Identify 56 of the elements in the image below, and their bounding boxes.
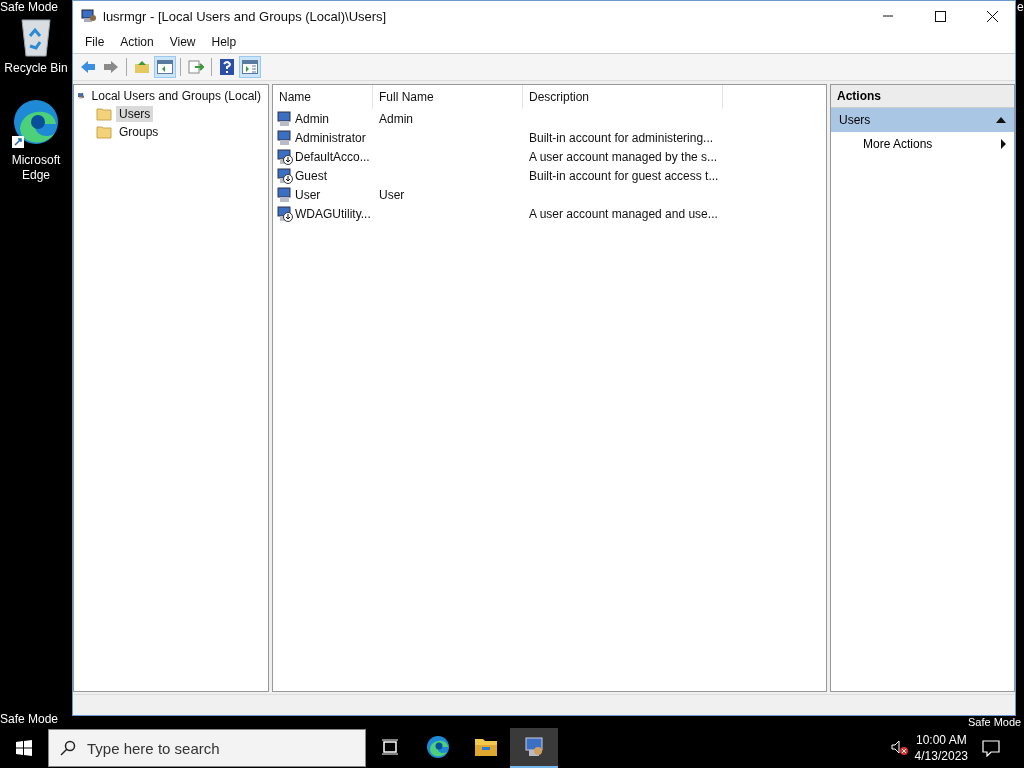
forward-arrow-icon: [103, 60, 119, 74]
folder-icon: [96, 107, 112, 121]
clock-time[interactable]: 10:00 AM: [915, 732, 967, 748]
desktop-icon-label[interactable]: Recycle Bin: [0, 61, 72, 76]
maximize-icon: [934, 10, 946, 22]
notifications-icon[interactable]: [982, 739, 1000, 757]
action-item[interactable]: More Actions: [863, 137, 933, 151]
back-arrow-icon: [80, 60, 96, 74]
tree-item[interactable]: Groups: [116, 124, 162, 140]
computer-users-icon: [523, 736, 545, 758]
safe-mode-label: Safe Mode: [0, 712, 59, 726]
collapse-icon[interactable]: [996, 117, 1006, 123]
folder-icon: [96, 125, 112, 139]
safe-mode-label: Safe Mode: [968, 716, 1022, 728]
full-name: Admin: [379, 111, 413, 126]
menu-item[interactable]: View: [161, 35, 204, 49]
safe-mode-label: e: [1017, 0, 1024, 14]
user-name[interactable]: User: [295, 187, 321, 202]
tree-item[interactable]: Users: [116, 106, 154, 122]
folder-icon: [474, 737, 498, 757]
full-name: User: [379, 187, 405, 202]
up-folder-icon: [134, 60, 150, 74]
tree-pane-icon: [157, 60, 173, 74]
desktop-icon-label[interactable]: Microsoft Edge: [0, 153, 72, 183]
export-icon: [188, 60, 204, 74]
window-title: lusrmgr - [Local Users and Groups (Local)\Users]: [103, 8, 387, 24]
actions-header: Actions: [831, 85, 1014, 108]
menu-item[interactable]: Action: [112, 35, 162, 49]
column-header[interactable]: Full Name: [373, 85, 523, 109]
close-icon: [986, 10, 998, 22]
menu-item[interactable]: File: [77, 35, 113, 49]
action-pane-icon: [242, 60, 258, 74]
tree-toggle-button[interactable]: [154, 56, 176, 78]
task-view-icon: [381, 739, 399, 755]
muted-speaker-icon[interactable]: [890, 740, 909, 756]
tree-item[interactable]: Local Users and Groups (Local): [88, 88, 264, 104]
edge-icon: [425, 734, 451, 760]
menu-item[interactable]: Help: [203, 35, 245, 49]
actions-section[interactable]: Users: [839, 113, 871, 127]
description: Built-in account for guest access t...: [529, 168, 719, 183]
search-field[interactable]: Type here to search: [48, 729, 366, 767]
users-console-taskbar-button[interactable]: [510, 728, 558, 768]
user-name[interactable]: Administrator: [295, 130, 366, 145]
action-pane-button[interactable]: [239, 56, 261, 78]
submenu-arrow-icon: [1001, 139, 1006, 149]
help-icon: [220, 59, 234, 75]
windows-logo-icon: [16, 740, 32, 756]
column-header[interactable]: Name: [273, 85, 373, 109]
user-name[interactable]: Admin: [295, 111, 329, 126]
computer-users-icon: [81, 8, 97, 24]
description: A user account managed and use...: [529, 206, 718, 221]
description: A user account managed by the s...: [529, 149, 718, 164]
clock-date[interactable]: 4/13/2023: [914, 748, 968, 764]
safe-mode-label: Safe Mode: [0, 0, 59, 14]
column-header[interactable]: Description: [523, 85, 723, 109]
description: Built-in account for administering...: [529, 130, 714, 145]
